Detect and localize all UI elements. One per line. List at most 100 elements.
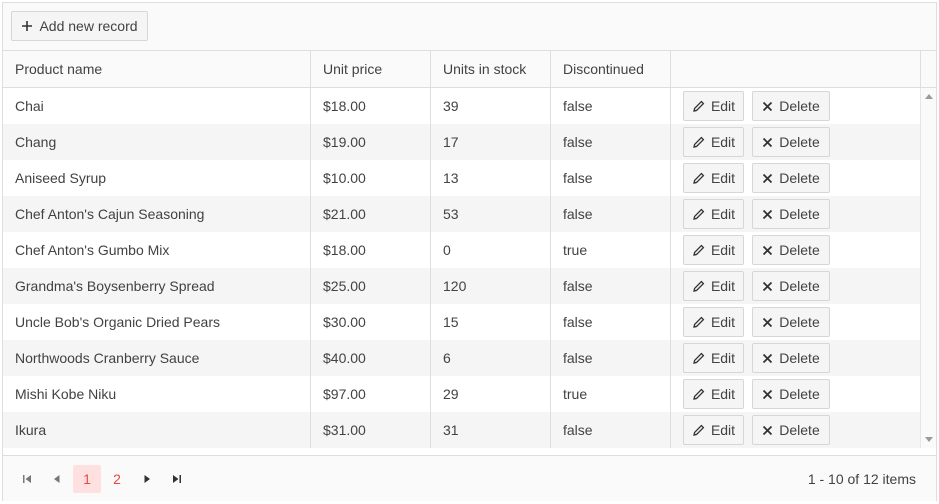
cell-units-in-stock: 17 bbox=[431, 124, 551, 160]
close-icon bbox=[762, 173, 773, 184]
cell-product-name: Uncle Bob's Organic Dried Pears bbox=[3, 304, 311, 340]
plus-icon bbox=[21, 20, 33, 32]
delete-button[interactable]: Delete bbox=[752, 235, 830, 265]
table-row[interactable]: Chef Anton's Gumbo Mix $18.00 0 true Edit Del… bbox=[3, 232, 920, 268]
table-row[interactable]: Uncle Bob's Organic Dried Pears $30.00 15 f… bbox=[3, 304, 920, 340]
column-header-units-in-stock[interactable]: Units in stock bbox=[431, 51, 551, 87]
scroll-down-arrow-icon[interactable] bbox=[925, 437, 933, 442]
delete-label: Delete bbox=[779, 314, 820, 330]
table-row[interactable]: Chang $19.00 17 false Edit Delete bbox=[3, 124, 920, 160]
pencil-icon bbox=[692, 136, 705, 149]
delete-label: Delete bbox=[779, 350, 820, 366]
add-new-record-button[interactable]: Add new record bbox=[11, 11, 148, 41]
edit-label: Edit bbox=[710, 206, 736, 222]
edit-label: Edit bbox=[710, 134, 736, 150]
column-header-discontinued[interactable]: Discontinued bbox=[551, 51, 671, 87]
page-2-button[interactable]: 2 bbox=[103, 465, 131, 493]
table-row[interactable]: Grandma's Boysenberry Spread $25.00 120 fal… bbox=[3, 268, 920, 304]
cell-units-in-stock: 6 bbox=[431, 340, 551, 376]
cell-discontinued: true bbox=[551, 376, 671, 412]
header-scrollbar-spacer bbox=[920, 51, 936, 88]
close-icon bbox=[762, 317, 773, 328]
edit-button[interactable]: Edit bbox=[683, 415, 744, 445]
pager-info: 1 - 10 of 12 items bbox=[807, 471, 916, 487]
table-row[interactable]: Chef Anton's Cajun Seasoning $21.00 53 fals… bbox=[3, 196, 920, 232]
edit-button[interactable]: Edit bbox=[683, 199, 744, 229]
grid-header: Product name Unit price Units in stock D… bbox=[3, 51, 920, 88]
edit-button[interactable]: Edit bbox=[683, 235, 744, 265]
scroll-up-arrow-icon[interactable] bbox=[925, 94, 933, 99]
next-page-button[interactable] bbox=[133, 465, 161, 493]
close-icon bbox=[762, 209, 773, 220]
delete-label: Delete bbox=[779, 134, 820, 150]
pencil-icon bbox=[692, 316, 705, 329]
delete-label: Delete bbox=[779, 242, 820, 258]
cell-discontinued: true bbox=[551, 232, 671, 268]
cell-unit-price: $10.00 bbox=[311, 160, 431, 196]
cell-unit-price: $30.00 bbox=[311, 304, 431, 340]
edit-label: Edit bbox=[710, 422, 736, 438]
delete-button[interactable]: Delete bbox=[752, 343, 830, 373]
next-page-icon bbox=[142, 471, 152, 487]
delete-button[interactable]: Delete bbox=[752, 307, 830, 337]
cell-unit-price: $19.00 bbox=[311, 124, 431, 160]
edit-button[interactable]: Edit bbox=[683, 307, 744, 337]
table-row[interactable]: Ikura $31.00 31 false Edit Delete bbox=[3, 412, 920, 448]
cell-units-in-stock: 53 bbox=[431, 196, 551, 232]
cell-product-name: Chef Anton's Cajun Seasoning bbox=[3, 196, 311, 232]
cell-discontinued: false bbox=[551, 160, 671, 196]
edit-label: Edit bbox=[710, 314, 736, 330]
edit-label: Edit bbox=[710, 98, 736, 114]
cell-units-in-stock: 120 bbox=[431, 268, 551, 304]
pencil-icon bbox=[692, 172, 705, 185]
cell-product-name: Grandma's Boysenberry Spread bbox=[3, 268, 311, 304]
edit-button[interactable]: Edit bbox=[683, 91, 744, 121]
delete-button[interactable]: Delete bbox=[752, 415, 830, 445]
cell-units-in-stock: 31 bbox=[431, 412, 551, 448]
cell-discontinued: false bbox=[551, 304, 671, 340]
delete-label: Delete bbox=[779, 170, 820, 186]
delete-button[interactable]: Delete bbox=[752, 199, 830, 229]
cell-product-name: Chai bbox=[3, 88, 311, 124]
cell-product-name: Ikura bbox=[3, 412, 311, 448]
previous-page-button[interactable] bbox=[43, 465, 71, 493]
edit-button[interactable]: Edit bbox=[683, 343, 744, 373]
close-icon bbox=[762, 353, 773, 364]
delete-button[interactable]: Delete bbox=[752, 379, 830, 409]
delete-label: Delete bbox=[779, 422, 820, 438]
first-page-button[interactable] bbox=[13, 465, 41, 493]
delete-button[interactable]: Delete bbox=[752, 127, 830, 157]
delete-button[interactable]: Delete bbox=[752, 271, 830, 301]
table-row[interactable]: Aniseed Syrup $10.00 13 false Edit Delete bbox=[3, 160, 920, 196]
delete-button[interactable]: Delete bbox=[752, 163, 830, 193]
edit-button[interactable]: Edit bbox=[683, 163, 744, 193]
delete-label: Delete bbox=[779, 98, 820, 114]
cell-unit-price: $25.00 bbox=[311, 268, 431, 304]
cell-units-in-stock: 39 bbox=[431, 88, 551, 124]
column-header-product-name[interactable]: Product name bbox=[3, 51, 311, 87]
cell-unit-price: $31.00 bbox=[311, 412, 431, 448]
last-page-icon bbox=[172, 471, 182, 487]
cell-discontinued: false bbox=[551, 340, 671, 376]
table-row[interactable]: Northwoods Cranberry Sauce $40.00 6 false Ed… bbox=[3, 340, 920, 376]
close-icon bbox=[762, 101, 773, 112]
cell-unit-price: $18.00 bbox=[311, 88, 431, 124]
table-row[interactable]: Chai $18.00 39 false Edit Delete bbox=[3, 88, 920, 124]
edit-button[interactable]: Edit bbox=[683, 127, 744, 157]
close-icon bbox=[762, 137, 773, 148]
vertical-scrollbar[interactable] bbox=[920, 88, 936, 448]
page-1-button[interactable]: 1 bbox=[73, 465, 101, 493]
pencil-icon bbox=[692, 280, 705, 293]
cell-units-in-stock: 0 bbox=[431, 232, 551, 268]
edit-label: Edit bbox=[710, 278, 736, 294]
cell-product-name: Northwoods Cranberry Sauce bbox=[3, 340, 311, 376]
edit-button[interactable]: Edit bbox=[683, 379, 744, 409]
cell-units-in-stock: 13 bbox=[431, 160, 551, 196]
delete-button[interactable]: Delete bbox=[752, 91, 830, 121]
cell-units-in-stock: 29 bbox=[431, 376, 551, 412]
edit-button[interactable]: Edit bbox=[683, 271, 744, 301]
cell-unit-price: $97.00 bbox=[311, 376, 431, 412]
last-page-button[interactable] bbox=[163, 465, 191, 493]
table-row[interactable]: Mishi Kobe Niku $97.00 29 true Edit Delete bbox=[3, 376, 920, 412]
column-header-unit-price[interactable]: Unit price bbox=[311, 51, 431, 87]
